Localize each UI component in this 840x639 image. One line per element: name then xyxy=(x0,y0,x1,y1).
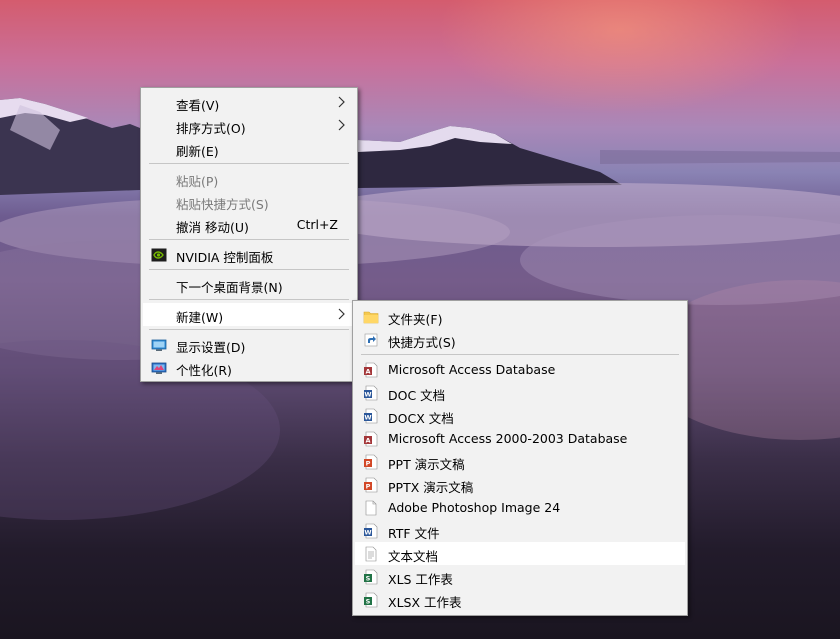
menu-item-label: 显示设置(D) xyxy=(176,340,246,355)
menu-item-paste-shortcut[interactable]: 粘贴快捷方式(S) xyxy=(143,190,355,213)
menu-item-label: XLSX 工作表 xyxy=(388,595,462,610)
word-icon: W xyxy=(364,523,378,539)
shortcut-icon xyxy=(364,333,378,347)
menu-item-label: 文本文档 xyxy=(388,549,439,564)
menu-item-label: PPT 演示文稿 xyxy=(388,457,465,472)
svg-text:S: S xyxy=(366,598,371,606)
submenu-item-rtf[interactable]: W RTF 文件 xyxy=(355,519,685,542)
submenu-item-folder[interactable]: 文件夹(F) xyxy=(355,305,685,328)
svg-text:S: S xyxy=(366,575,371,583)
submenu-item-docx[interactable]: W DOCX 文档 xyxy=(355,404,685,427)
menu-item-label: DOCX 文档 xyxy=(388,411,454,426)
svg-text:P: P xyxy=(366,460,371,468)
new-submenu: 文件夹(F) 快捷方式(S) A Microsoft Access Databa… xyxy=(352,300,688,616)
submenu-item-access-database[interactable]: A Microsoft Access Database xyxy=(355,358,685,381)
blank-file-icon xyxy=(365,500,377,516)
access-icon: A xyxy=(364,431,378,447)
menu-item-label: 撤消 移动(U) xyxy=(176,220,249,235)
chevron-right-icon xyxy=(338,119,345,131)
submenu-item-shortcut[interactable]: 快捷方式(S) xyxy=(355,328,685,351)
menu-item-label: 查看(V) xyxy=(176,98,220,113)
submenu-item-xls[interactable]: S XLS 工作表 xyxy=(355,565,685,588)
personalize-icon xyxy=(151,362,167,374)
menu-item-label: RTF 文件 xyxy=(388,526,440,541)
submenu-item-access-2000-2003-database[interactable]: A Microsoft Access 2000-2003 Database xyxy=(355,427,685,450)
menu-separator xyxy=(149,299,349,300)
menu-item-label: 文件夹(F) xyxy=(388,312,443,327)
svg-text:A: A xyxy=(365,368,370,376)
menu-item-new[interactable]: 新建(W) xyxy=(143,303,355,326)
menu-item-label: Microsoft Access 2000-2003 Database xyxy=(388,431,628,446)
menu-separator xyxy=(149,163,349,164)
menu-item-label: 新建(W) xyxy=(176,310,224,325)
powerpoint-icon: P xyxy=(364,454,378,470)
menu-item-label: 个性化(R) xyxy=(176,363,232,378)
menu-item-refresh[interactable]: 刷新(E) xyxy=(143,137,355,160)
menu-item-label: 粘贴(P) xyxy=(176,174,219,189)
submenu-item-doc[interactable]: W DOC 文档 xyxy=(355,381,685,404)
nvidia-icon xyxy=(151,248,167,262)
menu-item-label: DOC 文档 xyxy=(388,388,446,403)
menu-item-view[interactable]: 查看(V) xyxy=(143,91,355,114)
chevron-right-icon xyxy=(338,308,345,320)
svg-text:P: P xyxy=(366,483,371,491)
svg-text:W: W xyxy=(364,391,371,399)
menu-item-label: Adobe Photoshop Image 24 xyxy=(388,500,561,515)
menu-item-paste[interactable]: 粘贴(P) xyxy=(143,167,355,190)
powerpoint-icon: P xyxy=(364,477,378,493)
svg-text:A: A xyxy=(365,437,370,445)
menu-item-sort-by[interactable]: 排序方式(O) xyxy=(143,114,355,137)
menu-item-label: 刷新(E) xyxy=(176,144,219,159)
menu-item-display-settings[interactable]: 显示设置(D) xyxy=(143,333,355,356)
text-file-icon xyxy=(365,546,377,562)
menu-item-label: PPTX 演示文稿 xyxy=(388,480,474,495)
menu-separator xyxy=(149,269,349,270)
chevron-right-icon xyxy=(338,96,345,108)
excel-icon: S xyxy=(364,569,378,585)
submenu-item-pptx[interactable]: P PPTX 演示文稿 xyxy=(355,473,685,496)
menu-item-label: XLS 工作表 xyxy=(388,572,453,587)
folder-icon xyxy=(363,311,379,324)
display-icon xyxy=(151,339,167,351)
access-icon: A xyxy=(364,362,378,378)
shortcut-key: Ctrl+Z xyxy=(296,217,338,232)
submenu-item-photoshop-image[interactable]: Adobe Photoshop Image 24 xyxy=(355,496,685,519)
menu-item-nvidia-control-panel[interactable]: NVIDIA 控制面板 xyxy=(143,243,355,266)
word-icon: W xyxy=(364,385,378,401)
svg-text:W: W xyxy=(364,529,371,537)
menu-item-personalize[interactable]: 个性化(R) xyxy=(143,356,355,379)
menu-item-undo-move[interactable]: 撤消 移动(U) Ctrl+Z xyxy=(143,213,355,236)
word-icon: W xyxy=(364,408,378,424)
submenu-item-xlsx[interactable]: S XLSX 工作表 xyxy=(355,588,685,611)
menu-separator xyxy=(361,354,679,355)
submenu-item-ppt[interactable]: P PPT 演示文稿 xyxy=(355,450,685,473)
excel-icon: S xyxy=(364,592,378,608)
menu-item-label: 粘贴快捷方式(S) xyxy=(176,197,269,212)
menu-item-label: 下一个桌面背景(N) xyxy=(176,280,283,295)
menu-item-label: 排序方式(O) xyxy=(176,121,246,136)
desktop-context-menu: 查看(V) 排序方式(O) 刷新(E) 粘贴(P) 粘贴快捷方式(S) 撤消 移… xyxy=(140,87,358,382)
menu-item-label: Microsoft Access Database xyxy=(388,362,556,377)
menu-item-next-desktop-background[interactable]: 下一个桌面背景(N) xyxy=(143,273,355,296)
menu-item-label: 快捷方式(S) xyxy=(388,335,456,350)
menu-separator xyxy=(149,329,349,330)
svg-text:W: W xyxy=(364,414,371,422)
menu-separator xyxy=(149,239,349,240)
submenu-item-text-document[interactable]: 文本文档 xyxy=(355,542,685,565)
menu-item-label: NVIDIA 控制面板 xyxy=(176,250,274,265)
